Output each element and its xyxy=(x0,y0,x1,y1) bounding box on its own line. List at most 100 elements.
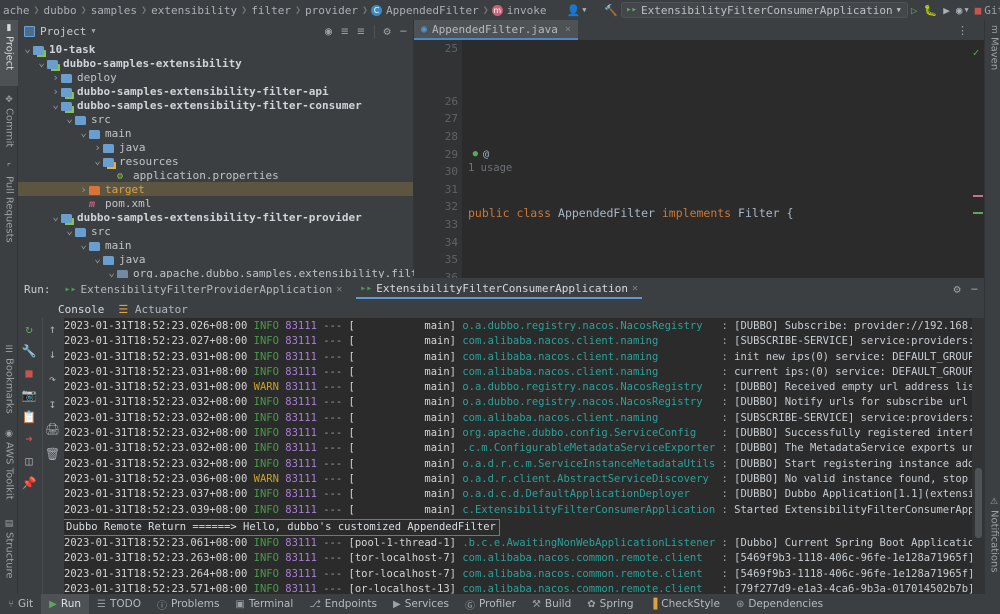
sidebar-item-notifications[interactable]: ⚠ Notifications xyxy=(985,494,1000,590)
stop-icon[interactable]: ■ xyxy=(972,4,985,17)
chevron-right-icon[interactable]: › xyxy=(50,71,61,84)
wrench-icon[interactable]: 🔧 xyxy=(22,344,37,358)
tree-node[interactable]: ›deploy xyxy=(18,70,413,84)
chevron-down-icon[interactable]: ⌄ xyxy=(50,213,61,221)
scroll-up-icon[interactable]: ↑ xyxy=(49,322,56,336)
chevron-down-icon[interactable]: ⌄ xyxy=(22,45,33,53)
tree-node[interactable]: ⌄src xyxy=(18,224,413,238)
chevron-down-icon[interactable]: ⌄ xyxy=(36,59,47,67)
sidebar-item-aws-toolkit[interactable]: ◉ AWS Toolkit xyxy=(0,426,18,510)
profiler-icon[interactable]: ◉▼ xyxy=(953,4,972,17)
minimize-icon[interactable]: − xyxy=(971,282,978,296)
gear-icon[interactable]: ⚙ xyxy=(384,24,391,38)
tab-actuator[interactable]: ☰ Actuator xyxy=(118,303,187,316)
avatar-icon[interactable]: 👤▼ xyxy=(564,4,590,17)
debug-icon[interactable]: 🐛 xyxy=(920,4,940,17)
chevron-down-icon[interactable]: ⌄ xyxy=(50,101,61,109)
close-icon[interactable]: ✕ xyxy=(632,283,638,294)
status-bar-item-terminal[interactable]: ▣Terminal xyxy=(227,594,301,614)
breadcrumb-item-6[interactable]: AppendedFilter xyxy=(385,4,480,17)
tree-node[interactable]: ⌄10-task xyxy=(18,42,413,56)
chevron-down-icon[interactable]: ⌄ xyxy=(106,269,117,277)
thread-dump-icon[interactable]: 📋 xyxy=(22,410,37,424)
status-bar-item-problems[interactable]: ⓘProblems xyxy=(149,594,227,614)
tree-node[interactable]: mpom.xml xyxy=(18,196,413,210)
gutter-line[interactable]: 28 xyxy=(414,128,462,146)
chevron-down-icon[interactable]: ▼ xyxy=(91,27,95,35)
console-scrollbar[interactable] xyxy=(972,318,984,594)
layout-icon[interactable]: ◫ xyxy=(25,454,32,468)
gutter-line[interactable]: 31 xyxy=(414,181,462,199)
gutter-line[interactable]: 34 xyxy=(414,234,462,252)
sidebar-item-structure[interactable]: ▤ Structure xyxy=(0,516,18,590)
gear-icon[interactable]: ⚙ xyxy=(954,282,961,296)
status-bar-item-checkstyle[interactable]: ▐CheckStyle xyxy=(642,594,728,614)
tree-node[interactable]: ⌄main xyxy=(18,238,413,252)
coverage-icon[interactable]: ▶ xyxy=(940,4,953,17)
code-content[interactable]: 1 usage public class AppendedFilter impl… xyxy=(462,40,968,278)
breadcrumb-item-4[interactable]: filter xyxy=(250,4,292,17)
status-bar-item-dependencies[interactable]: ⊛Dependencies xyxy=(728,594,831,614)
status-bar-item-services[interactable]: ▶Services xyxy=(385,594,457,614)
status-bar-item-todo[interactable]: ☰TODO xyxy=(89,594,149,614)
inspection-ok-icon[interactable]: ✓ xyxy=(968,40,984,59)
exit-icon[interactable]: ➜ xyxy=(25,432,32,446)
editor-tab-appendedfilter[interactable]: ◉ AppendedFilter.java × xyxy=(414,20,578,40)
breadcrumb-item-2[interactable]: samples xyxy=(90,4,138,17)
stop-icon[interactable]: ■ xyxy=(25,366,32,380)
gutter-line[interactable] xyxy=(414,75,462,93)
status-bar-item-spring[interactable]: ✿Spring xyxy=(579,594,641,614)
breadcrumb-item-0[interactable]: ache xyxy=(2,4,31,17)
chevron-down-icon[interactable]: ⌄ xyxy=(92,255,103,263)
status-bar-item-run[interactable]: ▶Run xyxy=(41,594,89,614)
tree-node[interactable]: ›target xyxy=(18,182,413,196)
tree-node[interactable]: ›dubbo-samples-extensibility-filter-api xyxy=(18,84,413,98)
tab-console[interactable]: Console xyxy=(58,303,104,316)
tree-node[interactable]: ⌄dubbo-samples-extensibility-filter-prov… xyxy=(18,210,413,224)
chevron-right-icon[interactable]: › xyxy=(50,85,61,98)
breadcrumb-item-3[interactable]: extensibility xyxy=(150,4,238,17)
usage-hint[interactable]: 1 usage xyxy=(468,162,512,174)
trash-icon[interactable]: 🗑 xyxy=(45,447,60,461)
scroll-down-icon[interactable]: ↓ xyxy=(49,347,56,361)
sidebar-item-commit[interactable]: ✥ Commit xyxy=(0,92,18,156)
tree-node[interactable]: ›java xyxy=(18,140,413,154)
pin-icon[interactable]: 📌 xyxy=(22,476,37,490)
tree-node[interactable]: ⌄src xyxy=(18,112,413,126)
tree-node[interactable]: ⌄dubbo-samples-extensibility xyxy=(18,56,413,70)
tree-node[interactable]: ⌄main xyxy=(18,126,413,140)
sidebar-item-bookmarks[interactable]: ☰ Bookmarks xyxy=(0,342,18,420)
run-icon[interactable]: ▷ xyxy=(908,4,921,17)
gutter-line[interactable]: 27 xyxy=(414,110,462,128)
tree-node[interactable]: ⚙application.properties xyxy=(18,168,413,182)
run-tab-provider[interactable]: ▸▸ ExtensibilityFilterProviderApplicatio… xyxy=(61,279,347,299)
console-output[interactable]: 2023-01-31T18:52:23.026+08:00 INFO 83111… xyxy=(64,318,972,594)
chevron-down-icon[interactable]: ⌄ xyxy=(64,115,75,123)
sidebar-item-project[interactable]: ▮ Project xyxy=(0,20,18,86)
close-icon[interactable]: × xyxy=(565,24,571,35)
gutter-line[interactable]: 33 xyxy=(414,216,462,234)
gutter-line[interactable] xyxy=(414,58,462,76)
status-bar-item-endpoints[interactable]: ⎇Endpoints xyxy=(301,594,385,614)
tree-node[interactable]: ⌄resources xyxy=(18,154,413,168)
chevron-down-icon[interactable]: ⌄ xyxy=(78,129,89,137)
chevron-right-icon[interactable]: › xyxy=(78,183,89,196)
close-icon[interactable]: ✕ xyxy=(336,284,342,295)
sidebar-item-maven[interactable]: m Maven xyxy=(985,22,1000,74)
gutter-line[interactable]: 26 xyxy=(414,93,462,111)
tree-node[interactable]: ⌄dubbo-samples-extensibility-filter-cons… xyxy=(18,98,413,112)
gutter-line[interactable]: 30 xyxy=(414,163,462,181)
breadcrumb-item-7[interactable]: invoke xyxy=(506,4,548,17)
code-editor[interactable]: 2526272829●@3031323334353637 1 usage pub… xyxy=(414,40,968,278)
rerun-icon[interactable]: ↻ xyxy=(25,322,32,336)
gutter-line[interactable]: 36 xyxy=(414,269,462,278)
gutter-line[interactable]: 35 xyxy=(414,251,462,269)
scroll-to-end-icon[interactable]: ↧ xyxy=(49,397,56,411)
status-bar-item-profiler[interactable]: ⒼProfiler xyxy=(457,594,524,614)
soft-wrap-icon[interactable]: ↷ xyxy=(49,372,56,386)
expand-all-icon[interactable]: ≡ xyxy=(341,24,348,38)
tree-node[interactable]: ⌄java xyxy=(18,252,413,266)
chevron-down-icon[interactable]: ⌄ xyxy=(78,241,89,249)
breadcrumb-item-5[interactable]: provider xyxy=(304,4,359,17)
breadcrumb-item-1[interactable]: dubbo xyxy=(43,4,78,17)
